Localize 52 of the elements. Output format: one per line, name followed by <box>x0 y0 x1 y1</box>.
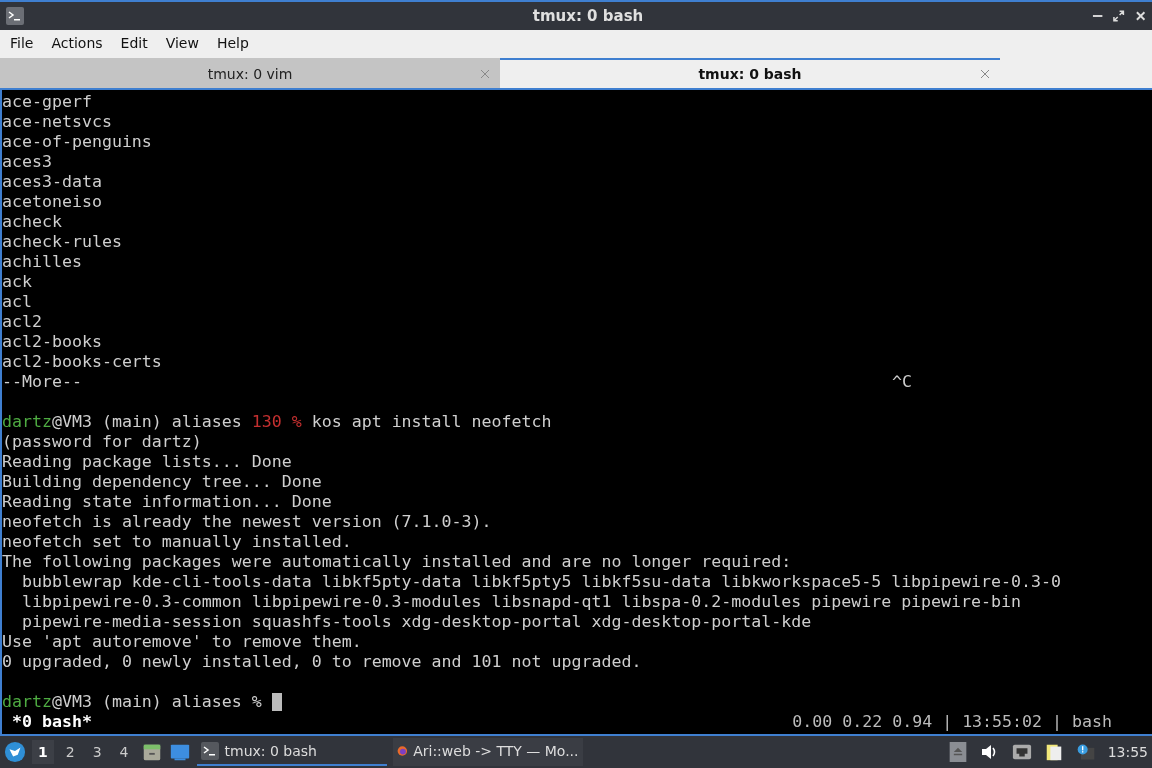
terminal-line: ace-of-penguins <box>2 132 152 152</box>
terminal-line: (password for dartz) <box>2 432 202 452</box>
menu-item[interactable]: Actions <box>45 33 109 53</box>
menu-item[interactable]: View <box>159 33 205 53</box>
terminal-icon <box>200 742 219 760</box>
network-icon[interactable] <box>1011 742 1032 762</box>
terminal-line: neofetch is already the newest version (7.1.0-3). <box>2 512 492 532</box>
terminal-line: acheck-rules <box>2 232 122 252</box>
terminal-line: ack <box>2 272 32 292</box>
terminal-line: Reading state information... Done <box>2 492 332 512</box>
terminal-line: acl2 <box>2 312 42 332</box>
terminal-line: aces3-data <box>2 172 102 192</box>
menu-item[interactable]: File <box>4 33 40 53</box>
terminal-line: acetoneiso <box>2 192 102 212</box>
terminal-line: ace-gperf <box>2 92 92 112</box>
workspace-button[interactable]: 1 <box>32 740 54 764</box>
terminal-line: Reading package lists... Done <box>2 452 292 472</box>
terminal-line: achilles <box>2 252 82 272</box>
tab[interactable]: tmux: 0 vim <box>0 58 500 88</box>
terminal-line: acl <box>2 292 32 312</box>
terminal-line: pipewire-media-session squashfs-tools xdg-desktop-portal xdg-desktop-portal-kde <box>20 612 812 632</box>
terminal-line: dartz@VM3 (main) aliases % <box>2 692 263 712</box>
terminal-line: Use 'apt autoremove' to remove them. <box>2 632 362 652</box>
maximize-icon[interactable] <box>1113 10 1125 22</box>
terminal-line: --More-- <box>2 372 82 392</box>
window-title: tmux: 0 bash <box>531 7 645 25</box>
clock[interactable]: 13:55 <box>1107 744 1148 760</box>
notification-icon[interactable] <box>1075 742 1096 762</box>
terminal-line: libpipewire-0.3-common libpipewire-0.3-modules libsnapd-qt1 libspa-0.2-modules pipewire pipewire-bin <box>20 592 1021 612</box>
terminal-icon <box>6 7 24 25</box>
start-menu-icon[interactable] <box>4 741 26 763</box>
terminal-line: acl2-books <box>2 332 102 352</box>
tmux-window-label: *0 bash* <box>11 712 92 732</box>
terminal-line: dartz@VM3 (main) aliases 130 % kos apt install neofetch <box>2 412 552 432</box>
terminal-line: neofetch set to manually installed. <box>2 532 352 552</box>
terminal-line: acl2-books-certs <box>2 352 162 372</box>
terminal-line: Building dependency tree... Done <box>2 472 322 492</box>
workspace-button[interactable]: 2 <box>59 740 81 764</box>
menu-item[interactable]: Help <box>210 33 255 53</box>
terminal-line: acheck <box>2 212 62 232</box>
terminal-line: 0 upgraded, 0 newly installed, 0 to remove and 101 not upgraded. <box>2 652 642 672</box>
menu-item[interactable]: Edit <box>114 33 154 53</box>
terminal-text: ^C <box>892 372 912 392</box>
terminal-line: The following packages were automatically installed and are no longer required: <box>2 552 792 572</box>
workspace-button[interactable]: 4 <box>113 740 135 764</box>
terminal-line: aces3 <box>2 152 52 172</box>
terminal-line: bubblewrap kde-cli-tools-data libkf5pty-data libkf5pty5 libkf5su-data libkworkspace5-5 libpipewire-0.3-0 <box>20 572 1061 592</box>
terminal-line: ace-netsvcs <box>2 112 112 132</box>
workspace-button[interactable]: 3 <box>86 740 108 764</box>
taskbar-button[interactable]: Ari::web -> TTY — Mo... <box>392 738 583 766</box>
eject-icon[interactable] <box>947 742 968 762</box>
tmux-status: 0.00 0.22 0.94 | 13:55:02 | bash <box>792 712 1112 732</box>
